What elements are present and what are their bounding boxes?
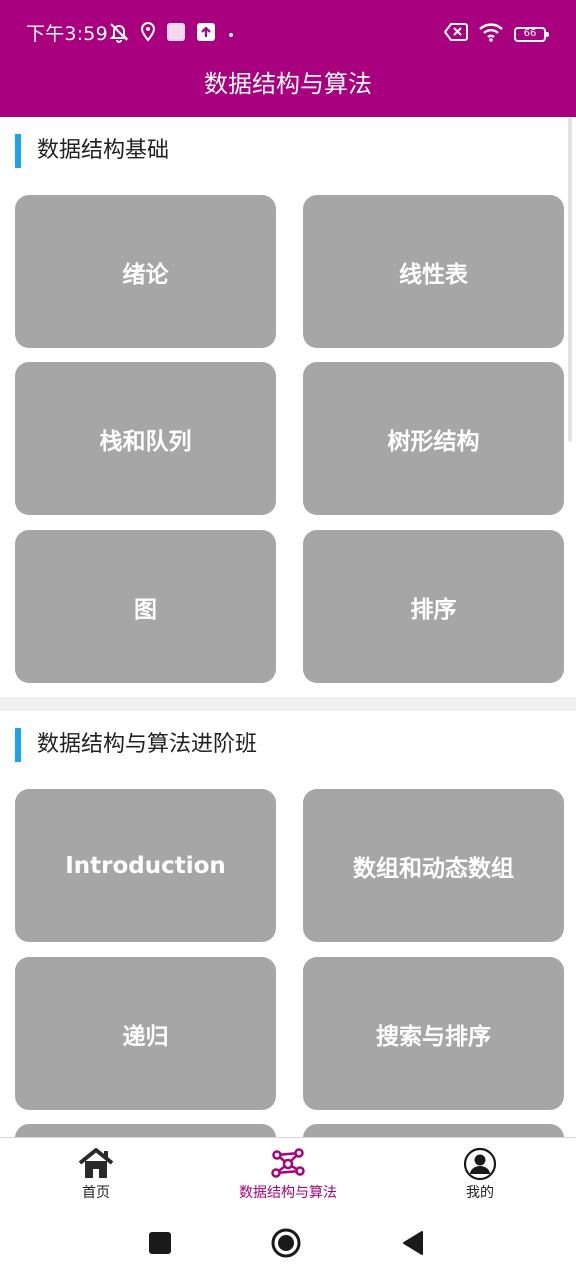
section-accent-bar	[15, 728, 21, 762]
wifi-icon	[478, 21, 504, 47]
tile-introduction-cn[interactable]: 绪论	[15, 195, 276, 348]
tile-tree-structure[interactable]: 树形结构	[303, 362, 564, 515]
tile-partial[interactable]	[15, 1124, 276, 1137]
tile-sorting[interactable]: 排序	[303, 530, 564, 683]
nav-item-me[interactable]: 我的	[440, 1138, 520, 1210]
tile-partial[interactable]	[303, 1124, 564, 1137]
no-sim-icon	[443, 22, 468, 46]
recents-button[interactable]	[142, 1227, 178, 1263]
nav-label: 数据结构与算法	[239, 1185, 337, 1201]
section-header-basics: 数据结构基础	[0, 123, 576, 179]
section-accent-bar	[15, 134, 21, 168]
section-title: 数据结构基础	[37, 138, 170, 163]
tile-label: 递归	[122, 1023, 169, 1050]
tile-label: 树形结构	[387, 428, 480, 455]
tile-arrays-dynamic-arrays[interactable]: 数组和动态数组	[303, 789, 564, 942]
content-scroll-area[interactable]: 数据结构基础 绪论 线性表 栈和队列 树形结构 图 排序 数据结构与算法进阶班 …	[0, 117, 576, 1137]
section-title: 数据结构与算法进阶班	[37, 732, 258, 757]
battery-level: 66	[523, 28, 537, 39]
user-icon	[463, 1147, 497, 1181]
battery-icon: 66	[514, 26, 549, 42]
tile-stack-queue[interactable]: 栈和队列	[15, 362, 276, 515]
status-notification-icons	[108, 22, 236, 46]
square-icon	[148, 1231, 172, 1259]
home-icon	[78, 1147, 114, 1181]
home-system-button[interactable]	[268, 1227, 304, 1263]
tile-label: 图	[134, 596, 157, 623]
status-system-icons: 66	[443, 21, 549, 47]
tile-introduction[interactable]: Introduction	[15, 789, 276, 942]
system-nav-bar	[0, 1209, 576, 1280]
section-divider	[0, 697, 576, 711]
app-square-icon	[166, 22, 186, 46]
nav-label: 首页	[82, 1185, 110, 1201]
tile-label: 绪论	[122, 261, 169, 288]
dot-icon	[226, 25, 236, 44]
section-header-advanced: 数据结构与算法进阶班	[0, 717, 576, 773]
location-icon	[140, 22, 156, 46]
tile-label: 线性表	[399, 261, 468, 288]
tile-label: 数组和动态数组	[353, 855, 514, 882]
tile-search-sort[interactable]: 搜索与排序	[303, 957, 564, 1110]
page-title: 数据结构与算法	[204, 70, 372, 98]
tile-graph[interactable]: 图	[15, 530, 276, 683]
tile-label: 排序	[410, 596, 457, 623]
nav-item-data-structures[interactable]: 数据结构与算法	[228, 1138, 348, 1210]
tile-label: 栈和队列	[99, 428, 192, 455]
tile-linear-list[interactable]: 线性表	[303, 195, 564, 348]
nav-label: 我的	[466, 1185, 494, 1201]
network-icon	[269, 1147, 307, 1181]
upload-icon	[196, 22, 216, 46]
title-bar: 数据结构与算法	[0, 66, 576, 117]
status-time: 下午3:59	[26, 23, 108, 45]
back-button[interactable]	[394, 1227, 430, 1263]
tile-label: Introduction	[65, 852, 226, 879]
tile-label: 搜索与排序	[376, 1023, 491, 1050]
tile-recursion[interactable]: 递归	[15, 957, 276, 1110]
bottom-nav: 首页 数据结构与算法 我的	[0, 1137, 576, 1209]
back-triangle-icon	[400, 1230, 424, 1260]
nav-item-home[interactable]: 首页	[56, 1138, 136, 1210]
circle-icon	[270, 1227, 302, 1263]
bell-muted-icon	[108, 21, 130, 47]
status-bar: 下午3:59 66	[0, 0, 576, 66]
